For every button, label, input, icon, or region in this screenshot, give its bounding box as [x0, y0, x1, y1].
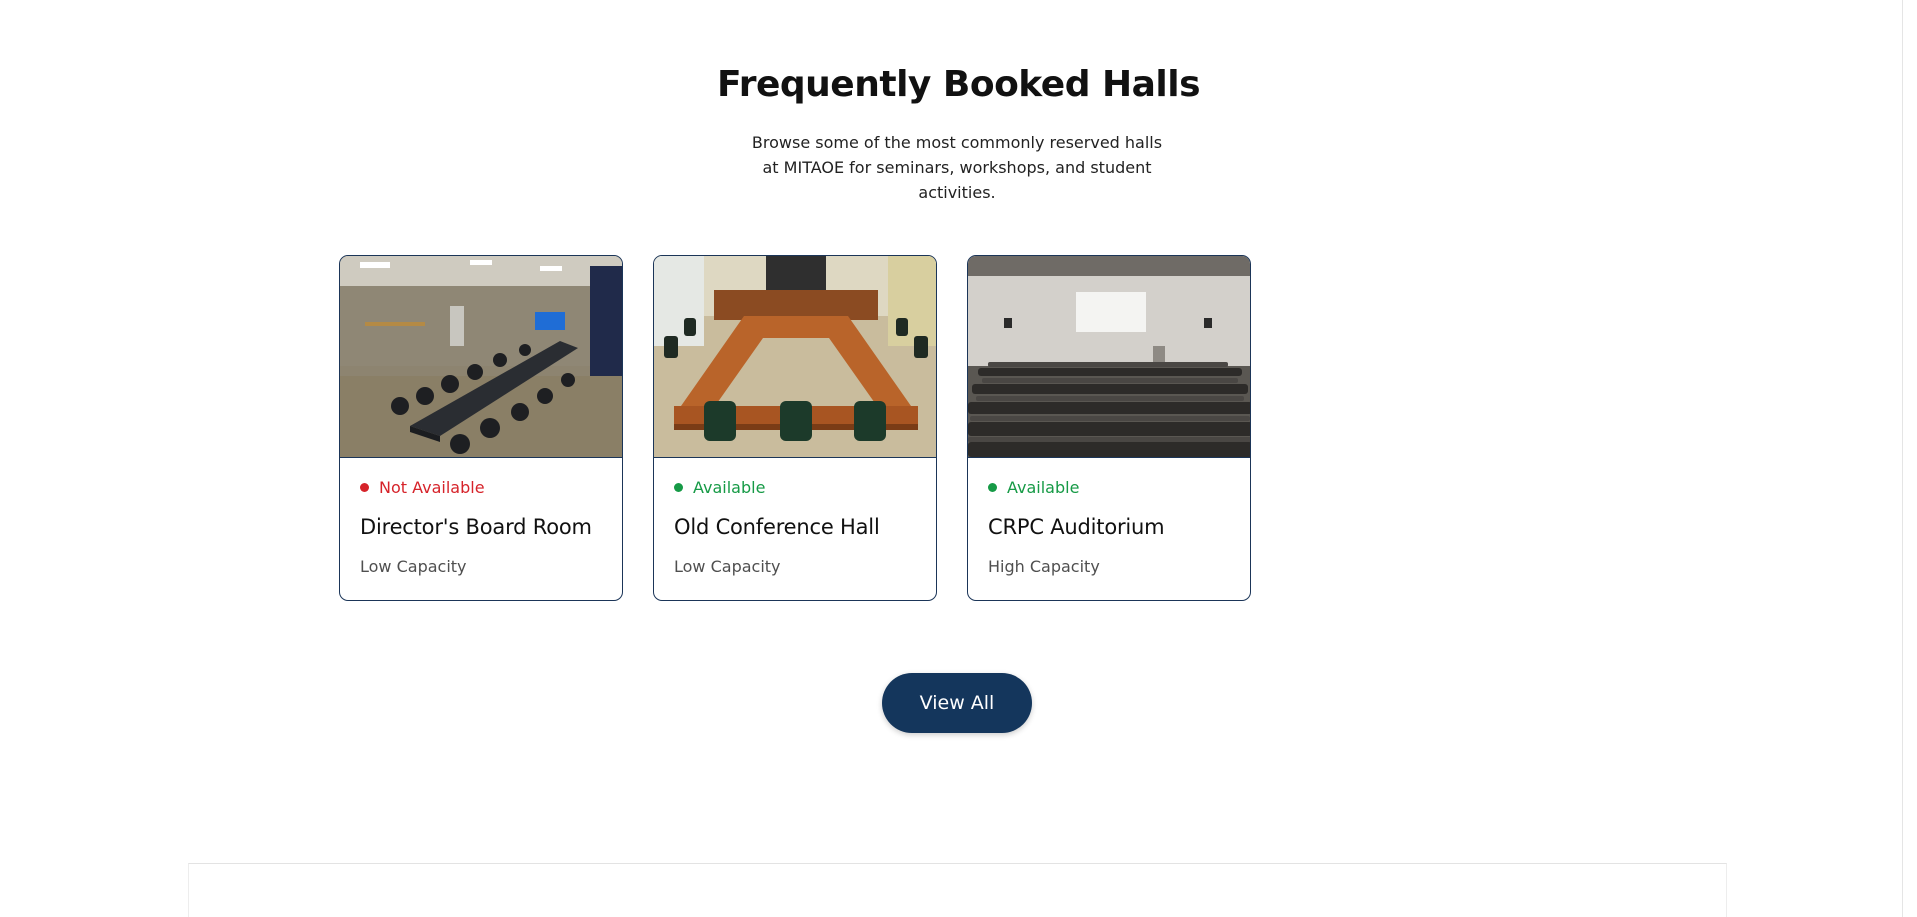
status-label: Not Available — [379, 478, 485, 497]
hall-image-conference-hall — [654, 256, 936, 458]
status-dot-icon — [674, 483, 683, 492]
page: Frequently Booked Halls Browse some of t… — [0, 0, 1917, 917]
hall-capacity: High Capacity — [988, 557, 1100, 576]
status-dot-icon — [360, 483, 369, 492]
hall-cards: Not Available Director's Board Room Low … — [339, 255, 1251, 601]
hall-capacity: Low Capacity — [360, 557, 467, 576]
status-label: Available — [693, 478, 766, 497]
hall-name: Old Conference Hall — [674, 515, 880, 539]
hall-card-directors-board-room[interactable]: Not Available Director's Board Room Low … — [339, 255, 623, 601]
hall-card-old-conference-hall[interactable]: Available Old Conference Hall Low Capaci… — [653, 255, 937, 601]
section-subtitle: Browse some of the most commonly reserve… — [751, 133, 1163, 202]
hall-name: CRPC Auditorium — [988, 515, 1165, 539]
status-indicator: Available — [674, 478, 916, 497]
view-all-button[interactable]: View All — [882, 673, 1032, 733]
footer-panel — [188, 863, 1727, 917]
hall-image-board-room — [340, 256, 622, 458]
hall-image-auditorium — [968, 256, 1250, 458]
status-dot-icon — [988, 483, 997, 492]
page-scrollbar[interactable] — [1902, 0, 1917, 917]
status-label: Available — [1007, 478, 1080, 497]
section-title: Frequently Booked Halls — [716, 64, 1201, 105]
hall-name: Director's Board Room — [360, 515, 592, 539]
status-indicator: Available — [988, 478, 1230, 497]
hall-card-crpc-auditorium[interactable]: Available CRPC Auditorium High Capacity — [967, 255, 1251, 601]
hall-capacity: Low Capacity — [674, 557, 781, 576]
status-indicator: Not Available — [360, 478, 602, 497]
